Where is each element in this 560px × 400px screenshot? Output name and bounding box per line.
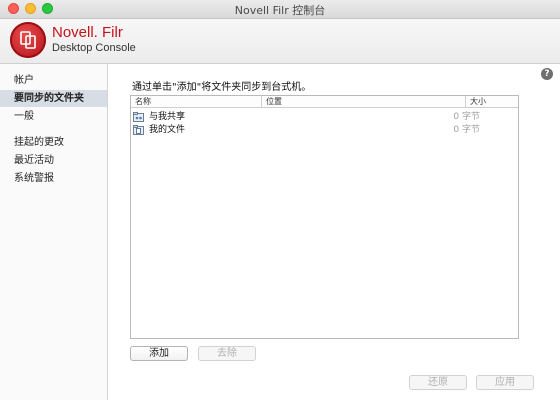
- sidebar-item-pending-changes[interactable]: 挂起的更改: [0, 134, 107, 151]
- help-icon[interactable]: ?: [541, 68, 553, 80]
- sidebar-item-general[interactable]: 一般: [0, 108, 107, 125]
- sidebar-item-label: 要同步的文件夹: [14, 93, 84, 104]
- folder-name: 我的文件: [149, 125, 186, 135]
- sidebar-item-recent-activity[interactable]: 最近活动: [0, 152, 107, 169]
- table-row[interactable]: 我的文件 0 字节: [131, 124, 518, 137]
- sidebar-item-label: 帐户: [14, 75, 34, 86]
- remove-folder-button[interactable]: 去除: [198, 346, 256, 361]
- instruction-text: 通过单击"添加"将文件夹同步到台式机。: [132, 82, 312, 93]
- brand-subtitle: Desktop Console: [52, 42, 136, 54]
- sidebar-item-label: 系统警报: [14, 173, 54, 184]
- my-files-folder-icon: [133, 125, 144, 135]
- brand: Novell. Filr Desktop Console: [52, 25, 136, 55]
- folder-name: 与我共享: [149, 112, 186, 122]
- table-row[interactable]: 与我共享 0 字节: [131, 111, 518, 124]
- table-header: 名称 位置 大小: [131, 96, 518, 108]
- column-header-size[interactable]: 大小: [465, 96, 518, 107]
- title-bar: Novell Filr 控制台: [0, 0, 560, 19]
- column-header-location[interactable]: 位置: [261, 96, 465, 107]
- shared-folder-icon: [133, 112, 144, 122]
- sync-folders-table: 名称 位置 大小 与我共享 0 字节 我的文件 0 字节: [130, 95, 519, 339]
- app-window: Novell Filr 控制台 Novell. Filr Desktop Con…: [0, 0, 560, 400]
- window-title: Novell Filr 控制台: [234, 4, 326, 17]
- sidebar: 帐户 要同步的文件夹 一般 挂起的更改 最近活动 系统警报: [0, 64, 108, 400]
- sidebar-item-folders-to-sync[interactable]: 要同步的文件夹: [0, 90, 107, 107]
- sidebar-item-account[interactable]: 帐户: [0, 72, 107, 89]
- folder-size: 0 字节: [453, 125, 480, 135]
- sidebar-item-label: 最近活动: [14, 155, 54, 166]
- revert-button[interactable]: 还原: [409, 375, 467, 390]
- filr-logo-icon: [10, 22, 46, 58]
- app-header: Novell. Filr Desktop Console: [0, 19, 560, 64]
- folder-size: 0 字节: [453, 112, 480, 122]
- brand-name: Novell. Filr: [52, 24, 123, 41]
- sidebar-item-system-alerts[interactable]: 系统警报: [0, 170, 107, 187]
- apply-button[interactable]: 应用: [476, 375, 534, 390]
- sidebar-item-label: 一般: [14, 111, 34, 122]
- add-folder-button[interactable]: 添加: [130, 346, 188, 361]
- column-header-name[interactable]: 名称: [131, 96, 261, 107]
- sidebar-item-label: 挂起的更改: [14, 137, 64, 148]
